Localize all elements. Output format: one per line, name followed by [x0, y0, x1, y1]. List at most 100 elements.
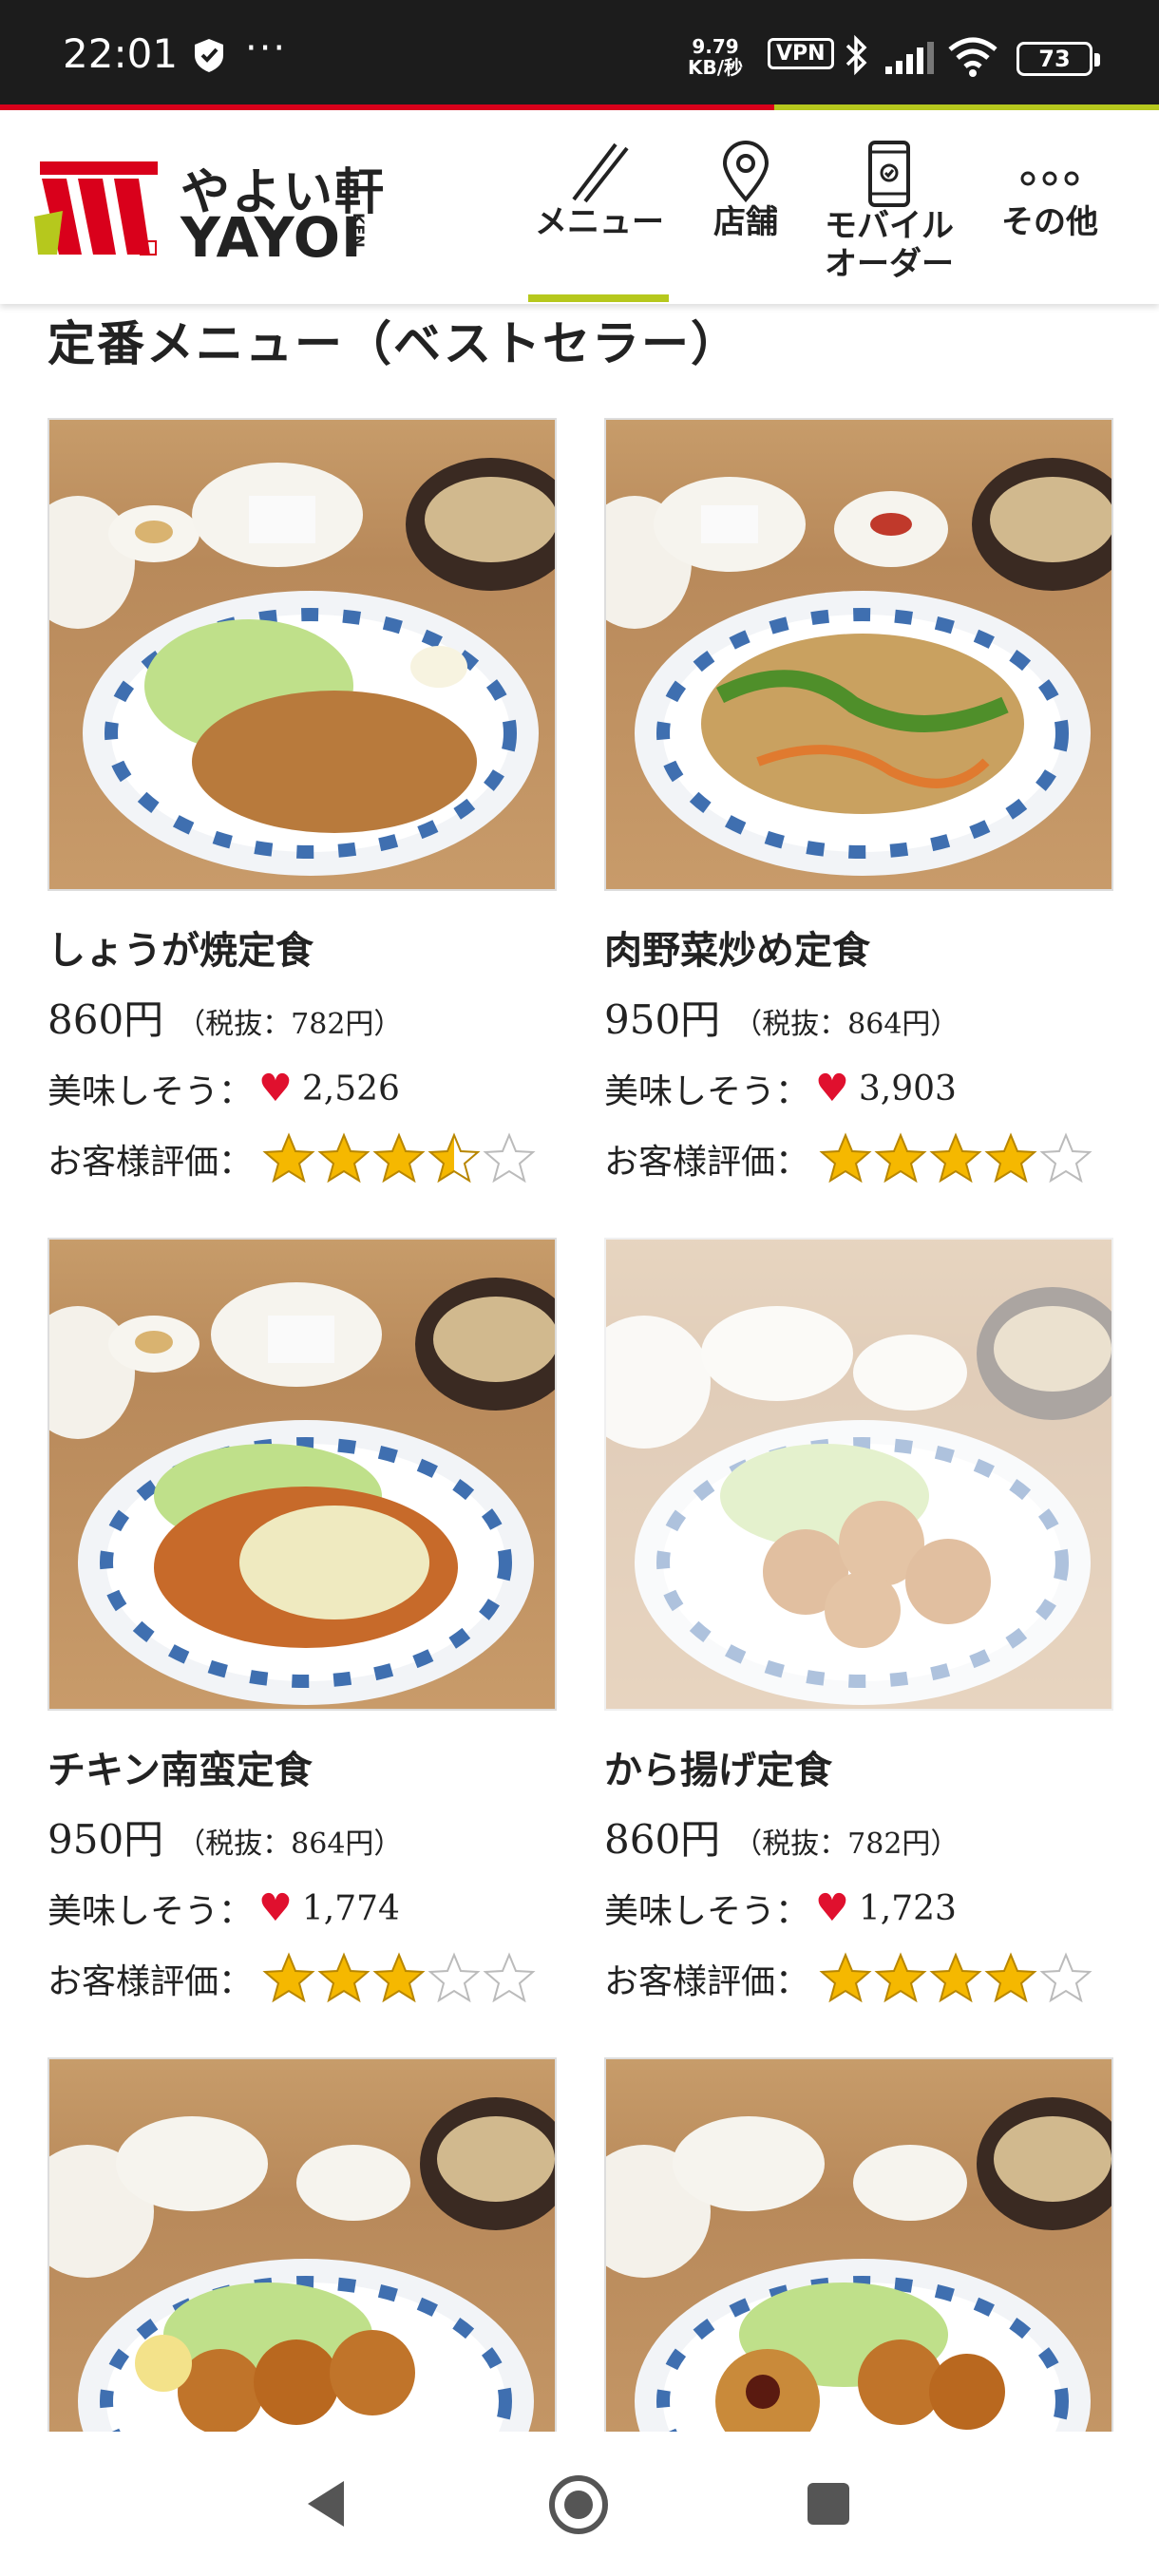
star-full-icon [262, 1952, 315, 2003]
site-header: やよい軒 YAYOI KEN メニュー 店舗 モバイル オーダー その他 [0, 110, 1159, 304]
likes-row: 美味しそう： ♥ 1,774 [48, 1884, 400, 1933]
chopsticks-icon [572, 142, 629, 203]
food-photo[interactable] [48, 418, 557, 891]
star-empty-icon [483, 1132, 536, 1184]
nav-mobile-order[interactable]: モバイル オーダー [813, 110, 965, 304]
likes-label: 美味しそう： [48, 1072, 254, 1111]
shield-check-icon [195, 39, 223, 72]
star-empty-icon [483, 1952, 536, 2003]
star-full-icon [317, 1132, 370, 1184]
likes-count: 2,526 [301, 1069, 400, 1108]
nav-menu[interactable]: メニュー [528, 110, 671, 304]
android-nav-bar [0, 2432, 1159, 2576]
star-full-icon [929, 1952, 982, 2003]
nav-other[interactable]: その他 [988, 110, 1112, 304]
nav-store-label: 店舗 [713, 203, 778, 241]
rating-label: お客様評価： [604, 1962, 810, 2001]
likes-label: 美味しそう： [604, 1072, 810, 1111]
star-rating [262, 1952, 538, 2005]
more-dots-icon [1020, 171, 1079, 186]
star-rating [819, 1952, 1094, 2005]
star-full-icon [984, 1132, 1037, 1184]
heart-icon[interactable]: ♥ [815, 1067, 849, 1110]
likes-row: 美味しそう： ♥ 1,723 [604, 1884, 957, 1933]
menu-item-name[interactable]: 肉野菜炒め定食 [604, 919, 870, 975]
status-bar: 22:01 ··· 9.79 KB/秒 VPN 73 [0, 0, 1159, 104]
star-empty-icon [1039, 1132, 1092, 1184]
nav-store[interactable]: 店舗 [694, 110, 798, 304]
star-full-icon [984, 1952, 1037, 2003]
signal-icon [885, 42, 934, 74]
price: 860円 （税抜：782円） [48, 988, 402, 1046]
rating-row: お客様評価： [48, 1132, 538, 1185]
menu-card[interactable] [48, 2057, 557, 2432]
rating-label: お客様評価： [604, 1143, 810, 1182]
likes-label: 美味しそう： [48, 1892, 254, 1931]
rating-label: お客様評価： [48, 1143, 254, 1182]
likes-label: 美味しそう： [604, 1892, 810, 1931]
recent-apps-icon[interactable] [806, 2481, 851, 2527]
star-empty-icon [1039, 1952, 1092, 2003]
network-speed: 9.79 KB/秒 [688, 35, 744, 79]
star-empty-icon [428, 1952, 481, 2003]
section-title: 定番メニュー（ベストセラー） [48, 315, 740, 371]
home-icon[interactable] [547, 2473, 610, 2536]
price-main: 950円 [48, 1816, 164, 1863]
star-full-icon [262, 1132, 315, 1184]
rating-row: お客様評価： [48, 1952, 538, 2005]
nav-active-indicator [528, 294, 669, 302]
star-full-icon [874, 1132, 927, 1184]
food-photo[interactable] [48, 2057, 557, 2432]
star-full-icon [874, 1952, 927, 2003]
smartphone-icon [868, 141, 910, 207]
price-tax: （税抜：864円） [733, 1008, 960, 1041]
heart-icon[interactable]: ♥ [258, 1886, 293, 1930]
star-full-icon [372, 1132, 426, 1184]
nav-mobile-label-2: オーダー [825, 245, 954, 283]
back-icon[interactable] [302, 2477, 350, 2530]
rating-row: お客様評価： [604, 1952, 1094, 2005]
status-time: 22:01 [63, 30, 179, 77]
price-tax: （税抜：782円） [177, 1008, 403, 1041]
price-main: 860円 [604, 1816, 721, 1863]
rating-label: お客様評価： [48, 1962, 254, 2001]
likes-row: 美味しそう： ♥ 3,903 [604, 1064, 957, 1113]
star-full-icon [929, 1132, 982, 1184]
menu-item-name[interactable]: から揚げ定食 [604, 1739, 832, 1794]
nav-menu-label: メニュー [535, 203, 664, 241]
star-half-icon [428, 1132, 481, 1184]
likes-row: 美味しそう： ♥ 2,526 [48, 1064, 400, 1113]
bluetooth-icon [846, 34, 867, 76]
price-tax: （税抜：782円） [733, 1828, 960, 1861]
battery-icon: 73 [1016, 42, 1100, 76]
nav-other-label: その他 [1001, 203, 1098, 241]
food-photo[interactable] [604, 2057, 1113, 2432]
menu-item-name[interactable]: しょうが焼定食 [48, 919, 314, 975]
logo-text-en[interactable]: YAYOI [180, 205, 363, 270]
likes-count: 3,903 [858, 1069, 957, 1108]
star-full-icon [372, 1952, 426, 2003]
price-main: 950円 [604, 996, 721, 1043]
food-photo[interactable] [48, 1238, 557, 1711]
menu-card[interactable] [604, 2057, 1113, 2432]
star-full-icon [819, 1952, 872, 2003]
heart-icon[interactable]: ♥ [258, 1067, 293, 1110]
food-photo[interactable] [604, 418, 1113, 891]
food-photo[interactable] [604, 1238, 1113, 1711]
heart-icon[interactable]: ♥ [815, 1886, 849, 1930]
location-pin-icon [722, 141, 770, 203]
star-rating [819, 1132, 1094, 1185]
vpn-icon: VPN [768, 38, 834, 69]
star-rating [262, 1132, 538, 1185]
price: 950円 （税抜：864円） [48, 1808, 402, 1866]
logo-text-ken: KEN [350, 213, 368, 248]
nav-mobile-label-1: モバイル [825, 207, 954, 245]
likes-count: 1,774 [301, 1888, 400, 1928]
price: 950円 （税抜：864円） [604, 988, 959, 1046]
status-more-dots: ··· [245, 27, 288, 70]
yayoi-logo-icon[interactable] [34, 160, 163, 258]
likes-count: 1,723 [858, 1888, 957, 1928]
rating-row: お客様評価： [604, 1132, 1094, 1185]
star-full-icon [317, 1952, 370, 2003]
menu-item-name[interactable]: チキン南蛮定食 [48, 1739, 313, 1794]
